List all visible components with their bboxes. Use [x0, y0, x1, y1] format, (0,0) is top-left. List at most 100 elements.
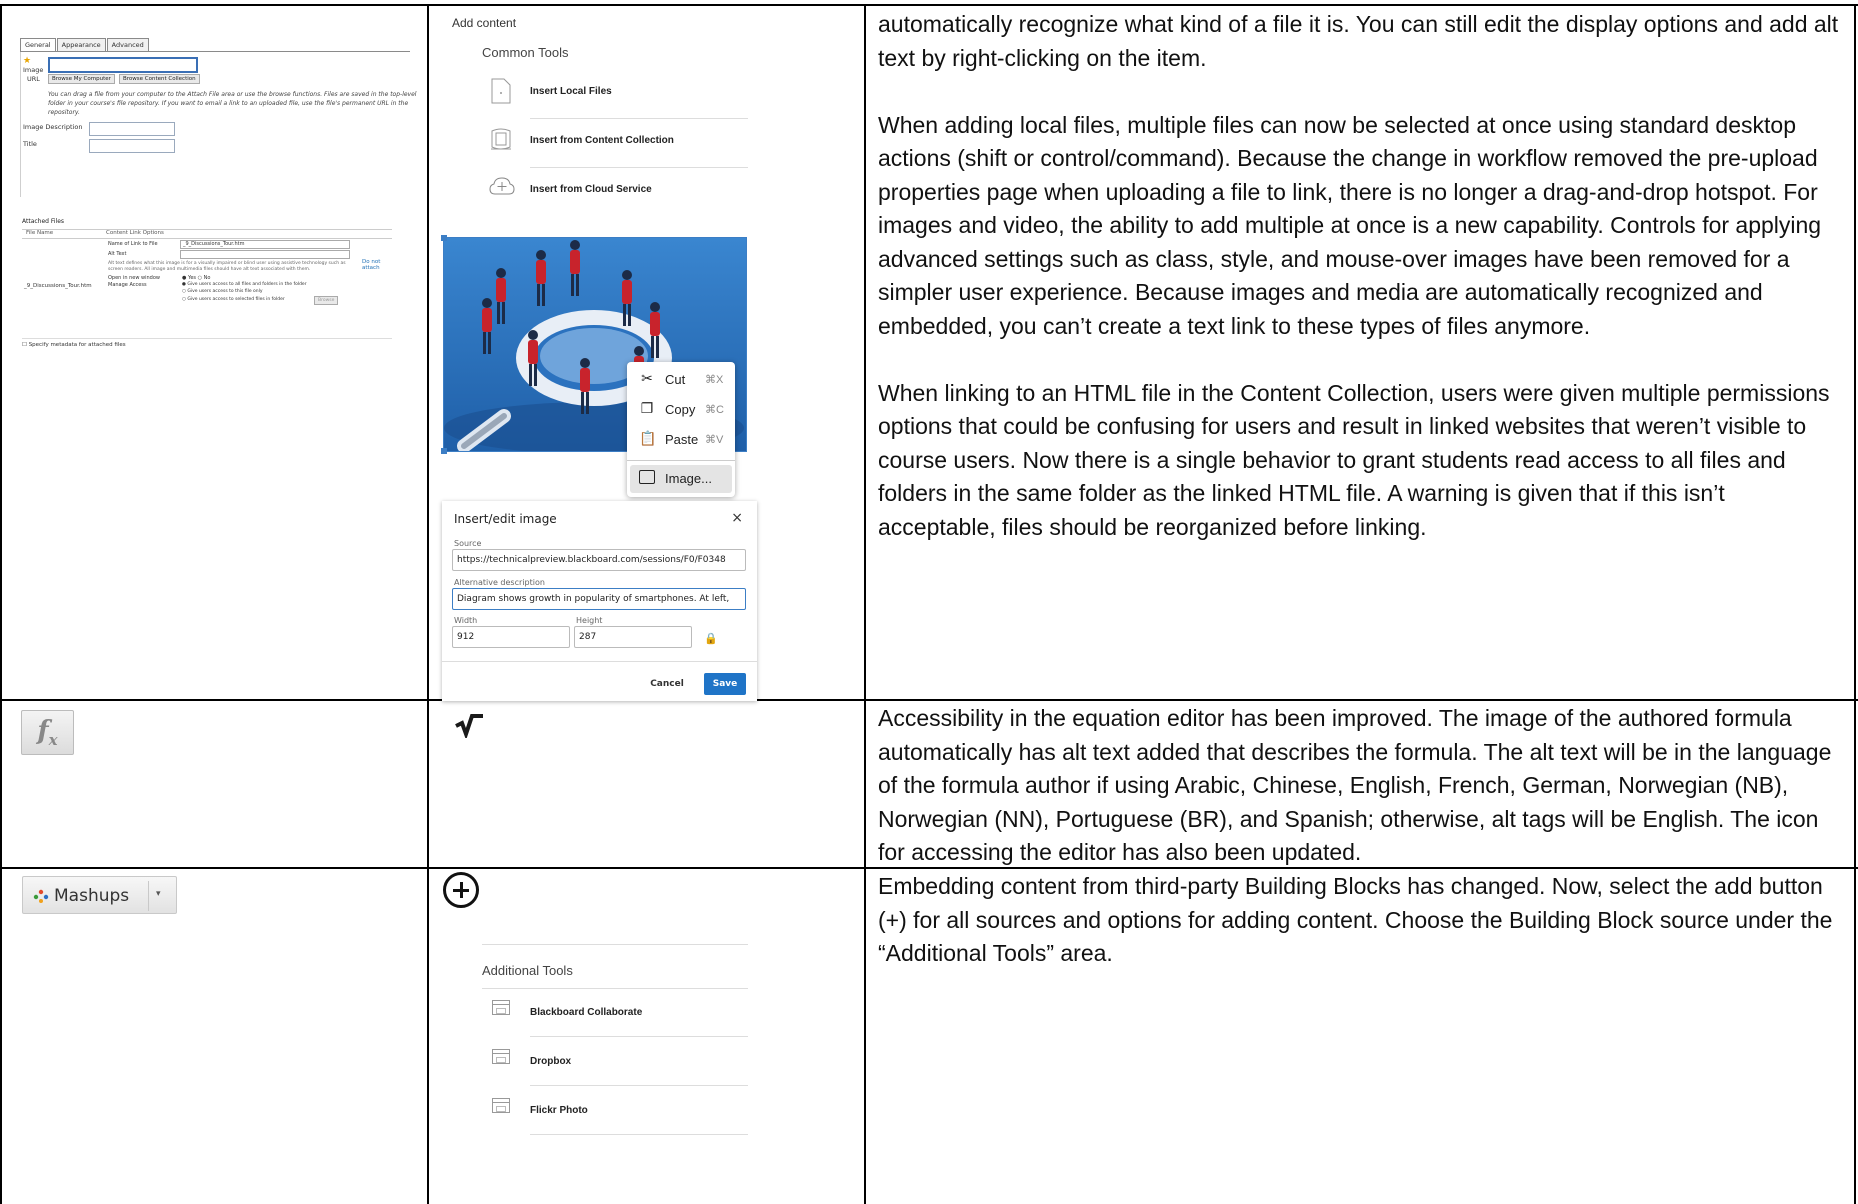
cloud-add-icon — [488, 176, 516, 202]
paste-shortcut: ⌘V — [705, 434, 724, 446]
access-option-1[interactable]: ● Give users access to all files and fol… — [182, 282, 307, 287]
image-description-field[interactable] — [89, 122, 175, 136]
comparison-table: General Appearance Advanced ★ Image URL … — [0, 0, 1858, 1204]
mashups-dropdown-button[interactable]: Mashups ▾ — [22, 876, 177, 914]
height-input[interactable]: 287 — [574, 626, 692, 648]
context-menu-cut[interactable]: ✂ Cut ⌘X — [627, 368, 735, 390]
additional-tools-top-rule — [482, 944, 748, 945]
tab-advanced[interactable]: Advanced — [106, 38, 149, 51]
yes-radio[interactable]: ● Yes ○ No — [182, 275, 210, 281]
browse-my-computer-button[interactable]: Browse My Computer — [48, 74, 115, 84]
access-option-3[interactable]: ○ Give users access to selected files in… — [182, 297, 285, 302]
col-content-link-options: Content Link Options — [106, 230, 164, 236]
height-label: Height — [576, 616, 603, 625]
close-icon[interactable]: × — [731, 510, 743, 526]
additional-tools-heading: Additional Tools — [482, 963, 573, 978]
context-menu-paste[interactable]: 📋 Paste ⌘V — [627, 428, 735, 450]
alt-text-help: Alt text defines what this image is for … — [108, 261, 346, 272]
browse-content-collection-button[interactable]: Browse Content Collection — [119, 74, 200, 84]
no-label: No — [203, 275, 211, 281]
cut-label: Cut — [665, 372, 686, 387]
browse-button[interactable]: Browse — [314, 296, 339, 305]
column-divider-1 — [427, 4, 429, 1204]
context-menu-separator — [627, 460, 735, 461]
image-label: Image — [23, 66, 44, 74]
add-content-plus-icon[interactable] — [443, 872, 479, 908]
open-new-window-label: Open in new window — [108, 275, 160, 281]
tab-general[interactable]: General — [20, 38, 56, 51]
mashups-split-divider — [148, 881, 149, 911]
title-field[interactable] — [89, 139, 175, 153]
content-collection-icon — [490, 127, 512, 153]
attached-file-name: _9_Discussions_Tour.htm — [24, 283, 92, 289]
table-border-top — [0, 4, 1858, 6]
source-input[interactable]: https://technicalpreview.blackboard.com/… — [452, 549, 746, 571]
file-icon — [490, 78, 512, 104]
resize-handle-bottom-left[interactable] — [441, 448, 447, 454]
fx-f: f — [37, 716, 49, 746]
tab-appearance[interactable]: Appearance — [56, 38, 106, 51]
alt-text-label: Alt Text — [108, 251, 127, 257]
insert-from-content-collection-item[interactable]: Insert from Content Collection — [482, 119, 748, 168]
mashups-label: Mashups — [54, 886, 130, 906]
flickr-photo-item[interactable]: Flickr Photo — [482, 1086, 748, 1135]
classic-attach-file-panel: General Appearance Advanced ★ Image URL … — [20, 38, 416, 197]
lock-icon[interactable]: 🔒 — [704, 632, 718, 645]
item-divider — [530, 1134, 748, 1135]
dropbox-item[interactable]: Dropbox — [482, 1037, 748, 1086]
name-of-link-label: Name of Link to File — [108, 241, 158, 247]
insert-from-content-collection-label: Insert from Content Collection — [530, 135, 674, 146]
cut-shortcut: ⌘X — [705, 374, 724, 386]
classic-general-form: ★ Image URL Browse My Computer Browse Co… — [20, 52, 416, 197]
source-label: Source — [454, 539, 482, 548]
access-option-1-label: Give users access to all files and folde… — [187, 282, 307, 287]
yes-label: Yes — [187, 275, 197, 281]
mashups-icon — [33, 889, 49, 903]
paste-label: Paste — [665, 432, 699, 447]
column-divider-2 — [864, 4, 866, 1204]
classic-tab-bar: General Appearance Advanced — [20, 38, 410, 52]
row1-paragraph-2: When adding local files, multiple files … — [878, 111, 1822, 339]
blackboard-collaborate-item[interactable]: Blackboard Collaborate — [482, 988, 748, 1037]
access-option-2-label: Give users access to this file only — [187, 289, 263, 294]
width-label: Width — [454, 616, 478, 625]
image-field[interactable] — [48, 57, 198, 73]
cancel-button[interactable]: Cancel — [642, 673, 692, 695]
width-input[interactable]: 912 — [452, 626, 570, 648]
add-content-title: Add content — [452, 16, 517, 30]
building-block-icon — [492, 1049, 510, 1064]
building-block-icon — [492, 1000, 510, 1015]
insert-from-cloud-service-item[interactable]: Insert from Cloud Service — [482, 168, 748, 217]
name-of-link-input[interactable]: _9_Discussions_Tour.htm — [180, 240, 350, 249]
copy-label: Copy — [665, 402, 696, 417]
required-star-icon: ★ — [23, 56, 32, 66]
insert-local-files-item[interactable]: Insert Local Files — [482, 70, 748, 119]
row-divider-1 — [0, 699, 1858, 701]
dialog-title: Insert/edit image — [454, 512, 557, 526]
row3-description: Embedding content from third-party Build… — [878, 873, 1833, 966]
table-border-left — [0, 4, 2, 1204]
alt-description-input[interactable]: Diagram shows growth in popularity of sm… — [452, 588, 746, 610]
image-icon — [639, 470, 655, 484]
save-button[interactable]: Save — [704, 673, 746, 695]
dropbox-label: Dropbox — [530, 1056, 572, 1067]
context-menu-copy[interactable]: ❐ Copy ⌘C — [627, 398, 735, 420]
new-equation-editor-icon — [453, 712, 485, 745]
copy-shortcut: ⌘C — [705, 404, 724, 416]
fx-x: x — [48, 731, 58, 750]
access-option-3-label: Give users access to selected files in f… — [187, 297, 285, 302]
context-menu-image[interactable]: Image... — [630, 465, 732, 493]
access-option-2[interactable]: ○ Give users access to this file only — [182, 289, 263, 294]
old-equation-editor-icon: fx — [21, 710, 74, 755]
insert-from-cloud-service-label: Insert from Cloud Service — [530, 184, 652, 195]
col-file-name: File Name — [26, 230, 54, 236]
building-block-icon — [492, 1098, 510, 1113]
resize-handle-top-left[interactable] — [441, 235, 447, 241]
specify-metadata-checkbox[interactable]: ☐ Specify metadata for attached files — [22, 342, 392, 348]
do-not-attach-link[interactable]: Do not attach — [362, 259, 386, 271]
alt-text-input[interactable] — [180, 250, 350, 259]
context-menu: ✂ Cut ⌘X ❐ Copy ⌘C 📋 Paste ⌘V Image... — [627, 362, 735, 497]
flickr-photo-label: Flickr Photo — [530, 1105, 588, 1116]
scissors-icon: ✂ — [641, 370, 653, 386]
chevron-down-icon[interactable]: ▾ — [156, 888, 161, 899]
